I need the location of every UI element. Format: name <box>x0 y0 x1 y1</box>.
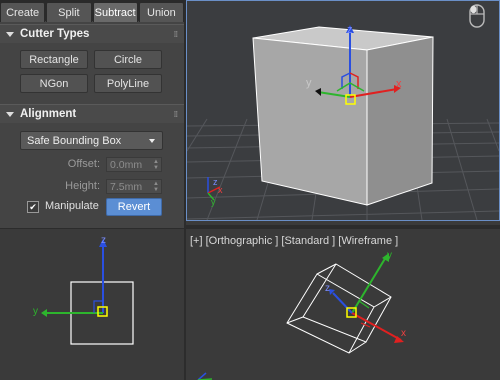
rollout-cutter-types[interactable]: Cutter Types ⁞⁞ <box>0 24 184 43</box>
tab-create[interactable]: Create <box>0 2 46 22</box>
grip-icon: ⁞⁞ <box>173 29 178 39</box>
revert-button[interactable]: Revert <box>106 198 162 216</box>
offset-value: 0.0mm <box>110 158 143 171</box>
tab-split[interactable]: Split <box>46 2 92 22</box>
rectangle-button[interactable]: Rectangle <box>20 50 88 69</box>
height-spinner[interactable]: 7.5mm ▲ ▼ <box>106 179 162 194</box>
spinner-arrows-icon: ▲ ▼ <box>153 159 159 171</box>
tripod-x-label: x <box>218 185 223 195</box>
rollout-alignment[interactable]: Alignment ⁞⁞ <box>0 104 184 123</box>
chevron-down-icon <box>149 139 155 143</box>
axis-z-label: z <box>347 24 353 36</box>
viewcube-axis-tripod <box>197 372 213 380</box>
rollout-title-label: Cutter Types <box>20 28 90 40</box>
offset-spinner[interactable]: 0.0mm ▲ ▼ <box>106 157 162 172</box>
height-value: 7.5mm <box>110 180 143 193</box>
tripod-y-label: y <box>211 197 216 207</box>
polyline-button[interactable]: PolyLine <box>94 74 162 93</box>
axis-z-label: z <box>325 283 330 294</box>
left-viewport[interactable]: z y <box>0 229 184 380</box>
manipulate-checkbox[interactable]: ✔ <box>27 201 39 213</box>
perspective-scene <box>187 25 499 220</box>
grip-icon: ⁞⁞ <box>173 109 178 119</box>
offset-label: Offset: <box>67 158 100 170</box>
circle-button[interactable]: Circle <box>94 50 162 69</box>
ortho-scene <box>197 253 404 380</box>
rollout-title-label: Alignment <box>20 108 77 120</box>
viewport-label-menu[interactable]: [+] [Orthographic ] [Standard ] [Wirefra… <box>190 235 398 247</box>
alignment-dropdown-value: Safe Bounding Box <box>27 134 122 147</box>
height-label: Height: <box>65 180 100 192</box>
axis-z-label: z <box>101 235 106 246</box>
tab-bar: Create Split Subtract Union <box>0 0 184 22</box>
command-panel: Create Split Subtract Union Cutter Types… <box>0 0 184 228</box>
axis-x-label: x <box>396 78 402 90</box>
cube-wireframe[interactable] <box>286 263 392 354</box>
ngon-button[interactable]: NGon <box>20 74 88 93</box>
orthographic-viewport[interactable]: y z x <box>186 229 500 380</box>
tab-union[interactable]: Union <box>138 2 184 22</box>
caret-down-icon <box>6 111 14 117</box>
spinner-arrows-icon: ▲ ▼ <box>153 181 159 193</box>
manipulate-label: Manipulate <box>45 200 99 212</box>
tripod-z-label: z <box>213 177 218 187</box>
alignment-dropdown[interactable]: Safe Bounding Box <box>20 131 163 150</box>
mouse-icon[interactable] <box>469 4 485 28</box>
axis-y-label: y <box>387 250 392 261</box>
axis-y-label: y <box>33 306 38 317</box>
tab-subtract[interactable]: Subtract <box>92 2 138 22</box>
caret-down-icon <box>6 31 14 37</box>
axis-y-label: y <box>306 77 312 89</box>
axis-x-label: x <box>401 328 406 339</box>
left-scene <box>41 239 134 345</box>
cube-object[interactable] <box>252 26 434 206</box>
perspective-viewport[interactable]: z y x z x y <box>186 0 500 221</box>
